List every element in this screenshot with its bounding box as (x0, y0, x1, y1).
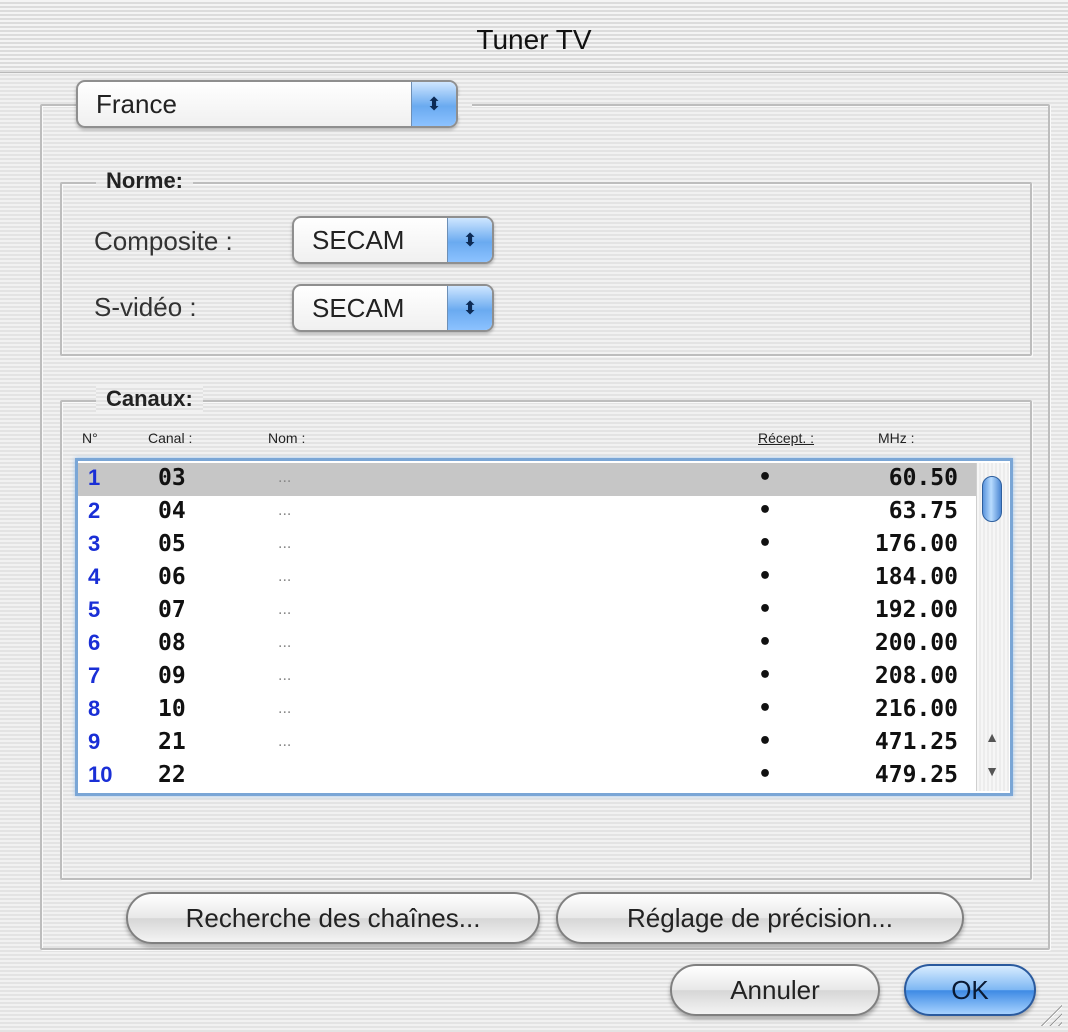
table-row[interactable]: 8 10 ... • 216.00 (78, 694, 976, 727)
up-down-arrows-icon: ⬍ (447, 286, 492, 330)
row-mhz: 176.00 (874, 531, 958, 557)
search-channels-button[interactable]: Recherche des chaînes... (126, 892, 540, 944)
row-canal: 22 (158, 762, 186, 788)
table-row[interactable]: 9 21 ... • 471.25 (78, 727, 976, 760)
reception-dot-icon: • (758, 597, 773, 622)
table-row[interactable]: 7 09 ... • 208.00 (78, 661, 976, 694)
row-nom: ... (278, 568, 292, 585)
row-canal: 09 (158, 663, 186, 689)
reception-dot-icon: • (758, 696, 773, 721)
row-canal: 05 (158, 531, 186, 557)
row-num: 10 (88, 762, 113, 787)
row-mhz: 63.75 (888, 498, 958, 524)
reception-dot-icon: • (758, 630, 773, 655)
row-mhz: 200.00 (874, 630, 958, 656)
popup-gap (458, 96, 472, 116)
country-popup-value: France (96, 89, 177, 119)
row-canal: 07 (158, 597, 186, 623)
composite-popup[interactable]: SECAM ⬍ (292, 216, 494, 264)
column-header-recept[interactable]: Récept. : (758, 430, 814, 446)
resize-grip-icon[interactable] (1040, 1004, 1062, 1026)
row-num: 8 (88, 696, 101, 721)
composite-popup-value: SECAM (312, 225, 405, 255)
row-mhz: 184.00 (874, 564, 958, 590)
column-header-nom[interactable]: Nom : (268, 430, 305, 446)
table-row[interactable]: 2 04 ... • 63.75 (78, 496, 976, 529)
country-popup[interactable]: France ⬍ (76, 80, 458, 128)
cancel-button[interactable]: Annuler (670, 964, 880, 1016)
column-header-num[interactable]: N° (82, 430, 98, 446)
reception-dot-icon: • (758, 663, 773, 688)
row-num: 5 (88, 597, 101, 622)
ok-button[interactable]: OK (904, 964, 1036, 1016)
reception-dot-icon: • (758, 729, 773, 754)
row-nom: ... (278, 469, 292, 486)
norme-group (60, 182, 1032, 356)
scroll-down-arrow-icon[interactable]: ▼ (976, 754, 1008, 788)
row-canal: 06 (158, 564, 186, 590)
row-num: 7 (88, 663, 101, 688)
row-num: 2 (88, 498, 101, 523)
row-mhz: 60.50 (888, 465, 958, 491)
reception-dot-icon: • (758, 498, 773, 523)
row-nom: ... (278, 733, 292, 750)
fine-tune-button[interactable]: Réglage de précision... (556, 892, 964, 944)
row-mhz: 479.25 (874, 762, 958, 788)
table-row[interactable]: 10 22 • 479.25 (78, 760, 976, 791)
row-num: 9 (88, 729, 101, 754)
row-num: 6 (88, 630, 101, 655)
table-row[interactable]: 6 08 ... • 200.00 (78, 628, 976, 661)
up-down-arrows-icon: ⬍ (411, 82, 456, 126)
row-nom: ... (278, 601, 292, 618)
norme-legend: Norme: (96, 168, 194, 194)
table-row[interactable]: 1 03 ... • 60.50 (78, 463, 976, 496)
row-mhz: 208.00 (874, 663, 958, 689)
canaux-legend: Canaux: (96, 386, 203, 412)
svideo-popup[interactable]: SECAM ⬍ (292, 284, 494, 332)
row-canal: 10 (158, 696, 186, 722)
reception-dot-icon: • (758, 762, 773, 787)
row-num: 4 (88, 564, 101, 589)
column-header-mhz[interactable]: MHz : (878, 430, 915, 446)
row-nom: ... (278, 700, 292, 717)
row-mhz: 192.00 (874, 597, 958, 623)
channel-rows: 1 03 ... • 60.50 2 04 ... • 63.75 3 05 .… (78, 463, 976, 791)
row-mhz: 471.25 (874, 729, 958, 755)
reception-dot-icon: • (758, 531, 773, 556)
table-row[interactable]: 3 05 ... • 176.00 (78, 529, 976, 562)
column-header-canal[interactable]: Canal : (148, 430, 192, 446)
scroll-up-arrow-icon[interactable]: ▲ (976, 720, 1008, 754)
row-canal: 03 (158, 465, 186, 491)
row-num: 3 (88, 531, 101, 556)
svideo-popup-value: SECAM (312, 293, 405, 323)
window-title: Tuner TV (476, 24, 592, 55)
row-mhz: 216.00 (874, 696, 958, 722)
composite-label: Composite : (94, 226, 233, 256)
reception-dot-icon: • (758, 465, 773, 490)
reception-dot-icon: • (758, 564, 773, 589)
row-nom: ... (278, 535, 292, 552)
row-canal: 04 (158, 498, 186, 524)
table-row[interactable]: 4 06 ... • 184.00 (78, 562, 976, 595)
row-nom: ... (278, 634, 292, 651)
up-down-arrows-icon: ⬍ (447, 218, 492, 262)
row-num: 1 (88, 465, 101, 490)
svideo-label: S-vidéo : (94, 292, 197, 322)
table-row[interactable]: 5 07 ... • 192.00 (78, 595, 976, 628)
row-canal: 08 (158, 630, 186, 656)
row-nom: ... (278, 667, 292, 684)
row-canal: 21 (158, 729, 186, 755)
scroll-thumb[interactable] (982, 476, 1002, 522)
row-nom: ... (278, 502, 292, 519)
